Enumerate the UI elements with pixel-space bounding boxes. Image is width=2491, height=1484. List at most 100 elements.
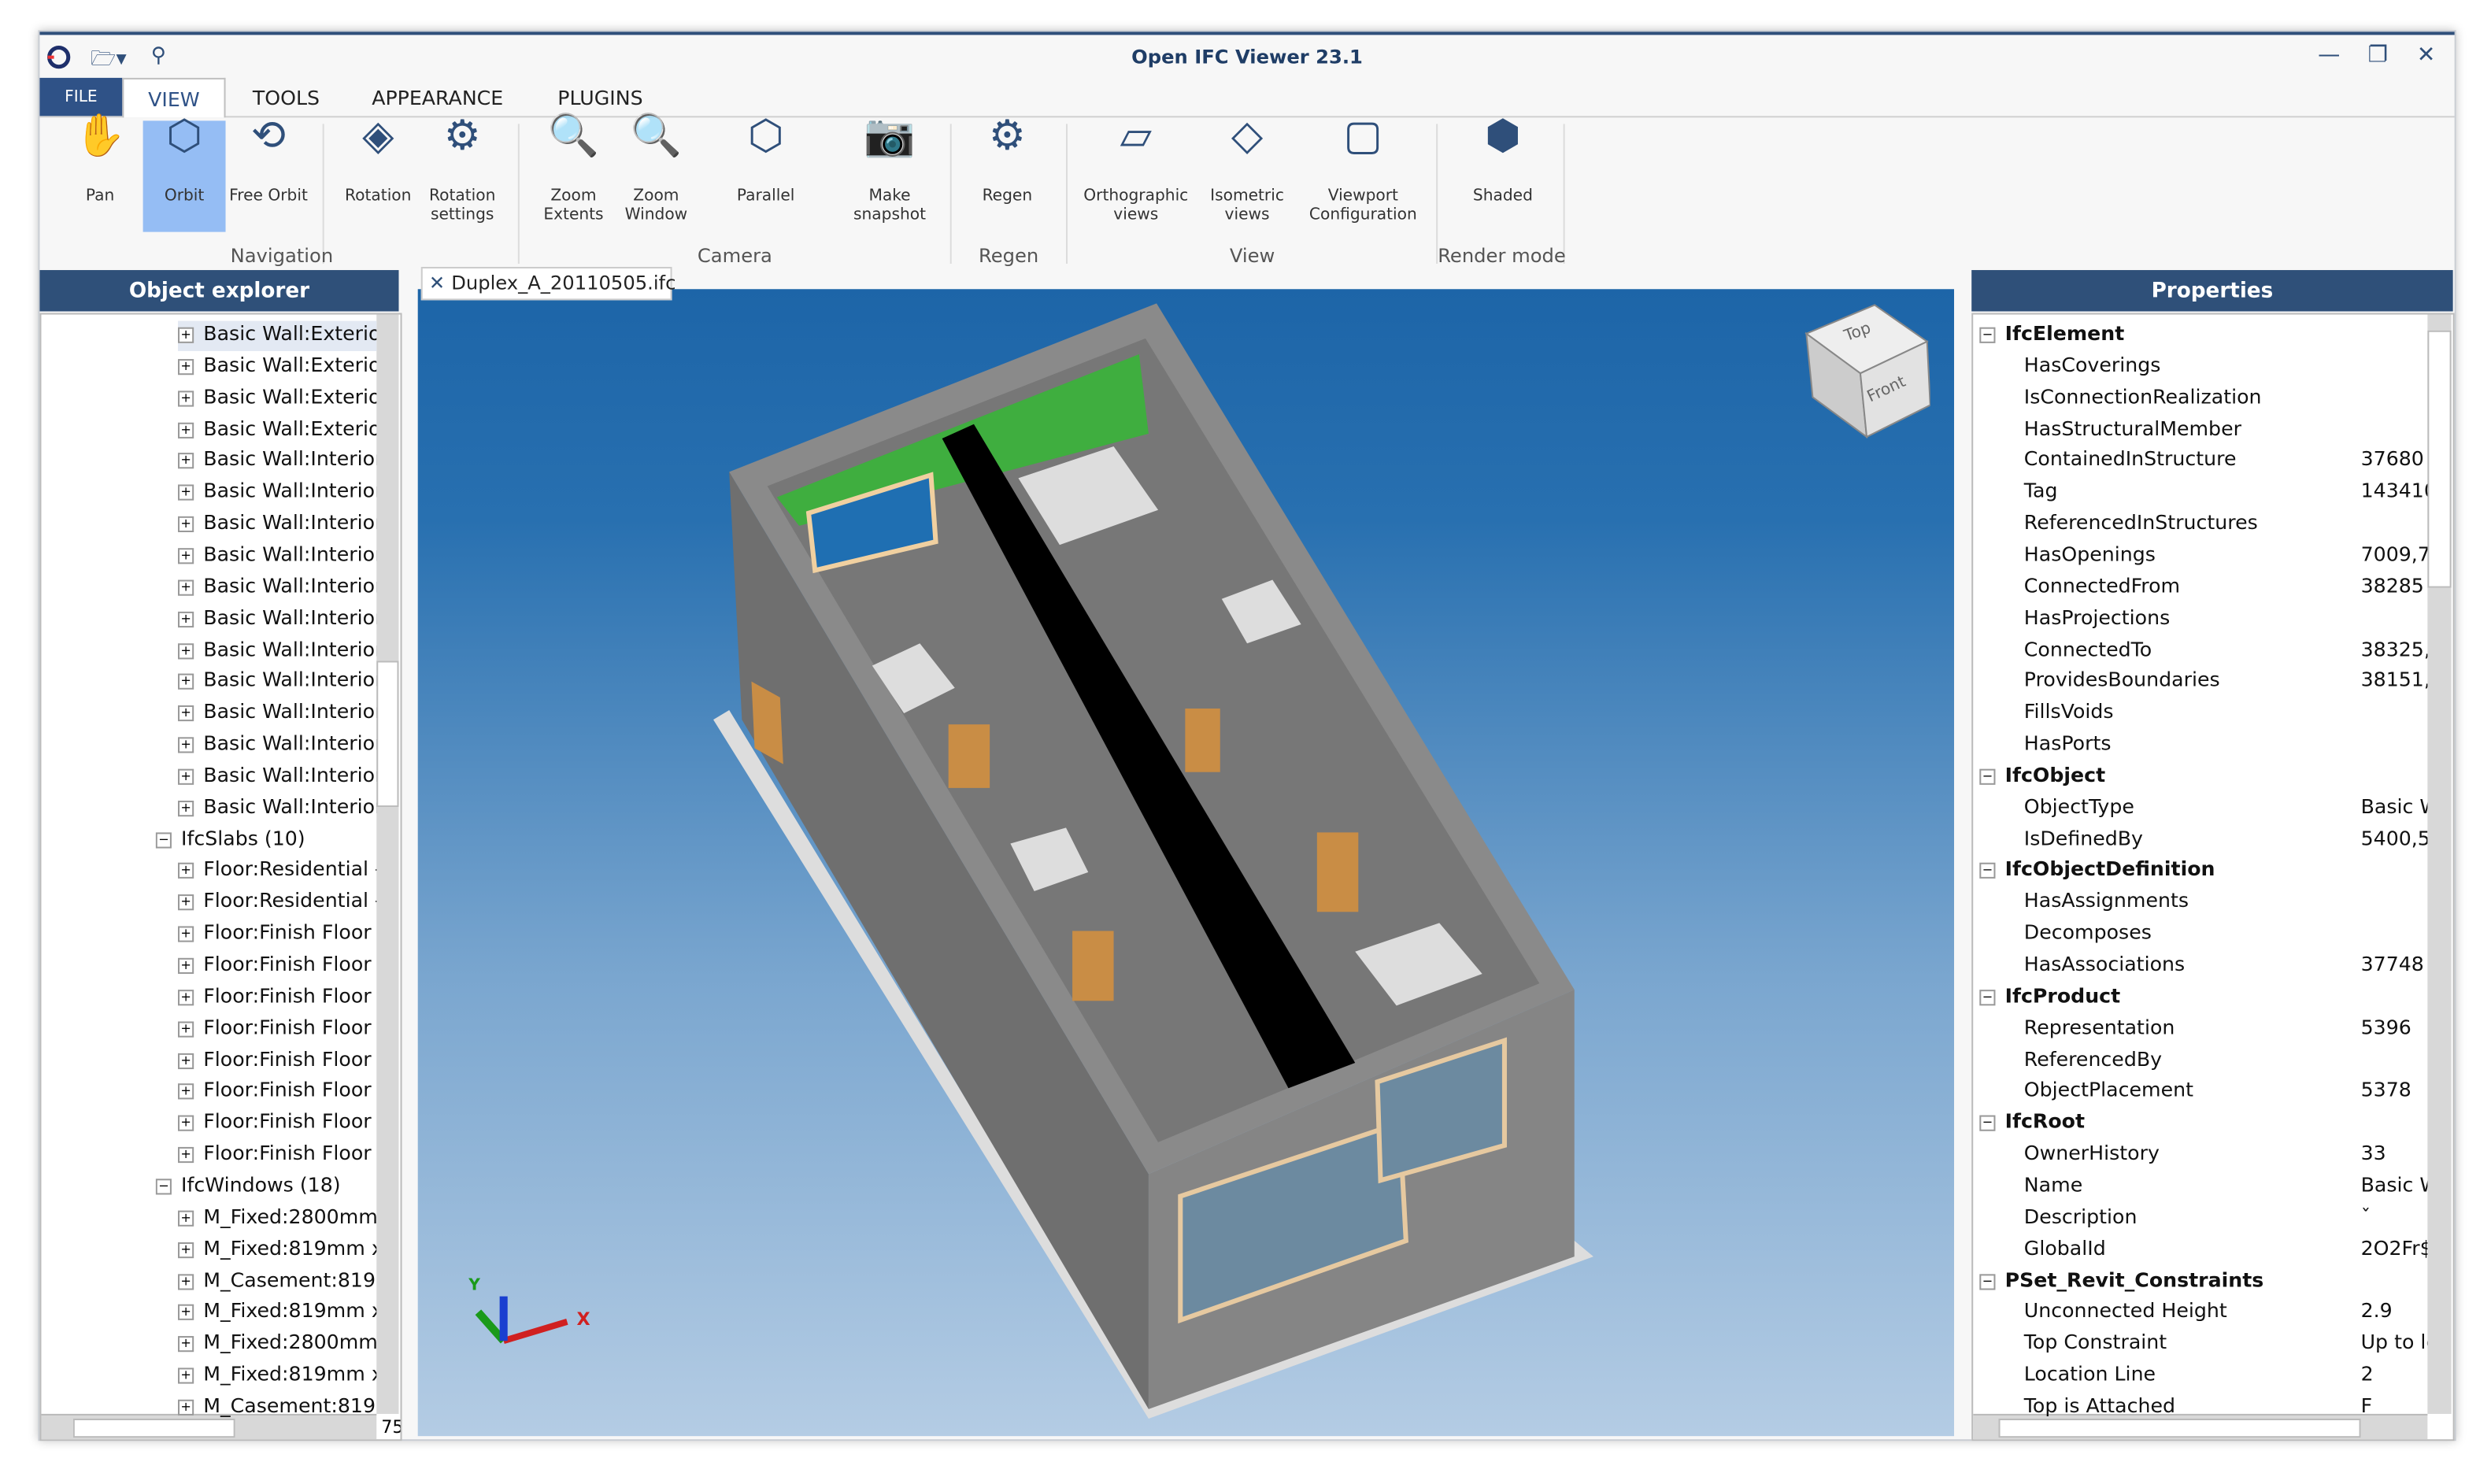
- expand-icon[interactable]: +: [178, 863, 194, 879]
- tree-item[interactable]: + M_Fixed:819mm x: [178, 1361, 376, 1391]
- tree-item[interactable]: − IfcSlabs (10): [155, 825, 376, 855]
- property-row[interactable]: ObjectType Basic W: [2024, 794, 2453, 823]
- expand-icon[interactable]: +: [178, 1147, 194, 1164]
- expand-icon[interactable]: +: [178, 705, 194, 722]
- tab-appearance[interactable]: APPEARANCE: [359, 78, 516, 116]
- property-row[interactable]: Representation 5396: [2024, 1015, 2453, 1045]
- rotation-settings-button[interactable]: ⚙ Rotation settings: [418, 116, 507, 231]
- cube-button[interactable]: ⬡ Parallel: [716, 116, 815, 231]
- expand-icon[interactable]: +: [178, 737, 194, 753]
- tree-item[interactable]: + M_Fixed:819mm x: [178, 1235, 376, 1265]
- tree-item[interactable]: + Basic Wall:Interior: [178, 605, 376, 635]
- tree-item[interactable]: − IfcWindows (18): [155, 1172, 376, 1202]
- tree-item[interactable]: + Floor:Finish Floor -: [178, 1015, 376, 1045]
- property-group[interactable]: − IfcProduct: [1979, 983, 2427, 1013]
- tree-item[interactable]: + Floor:Finish Floor -: [178, 920, 376, 950]
- tree-item[interactable]: + Basic Wall:Interior: [178, 479, 376, 509]
- properties-tree[interactable]: − IfcElement HasCoverings IsConnectionReali…: [1971, 313, 2455, 1441]
- expand-icon[interactable]: +: [178, 989, 194, 1006]
- tree-item[interactable]: + Floor:Finish Floor -: [178, 952, 376, 982]
- object-explorer-vscroll[interactable]: [376, 314, 399, 1414]
- rotation-button[interactable]: ◈ Rotation: [335, 116, 421, 231]
- tree-item[interactable]: + Basic Wall:Exterior: [178, 384, 376, 414]
- tab-file[interactable]: FILE: [39, 77, 123, 117]
- property-row[interactable]: IsDefinedBy 5400,5: [2024, 825, 2453, 855]
- tree-item[interactable]: + Basic Wall:Exterior: [178, 320, 377, 351]
- expand-icon[interactable]: +: [178, 1399, 194, 1416]
- property-row[interactable]: HasCoverings: [2024, 353, 2453, 383]
- property-group[interactable]: − IfcRoot: [1979, 1109, 2427, 1139]
- expand-icon[interactable]: +: [178, 1273, 194, 1290]
- property-row[interactable]: Top Constraint Up to le: [2024, 1330, 2453, 1360]
- expand-icon[interactable]: +: [178, 1367, 194, 1384]
- expand-icon[interactable]: +: [178, 894, 194, 911]
- tree-item[interactable]: + Basic Wall:Interior: [178, 510, 376, 540]
- viewport-button[interactable]: ▢ Viewport Configuration: [1298, 116, 1428, 231]
- property-row[interactable]: Decomposes: [2024, 920, 2453, 950]
- expand-icon[interactable]: +: [178, 957, 194, 974]
- isometric-button[interactable]: ◇ Isometric views: [1203, 116, 1292, 231]
- expand-icon[interactable]: +: [178, 516, 194, 533]
- tree-item[interactable]: + Basic Wall:Interior: [178, 573, 376, 603]
- tree-item[interactable]: + Basic Wall:Interior: [178, 794, 376, 823]
- tree-item[interactable]: + Basic Wall:Interior: [178, 636, 376, 666]
- property-row[interactable]: ConnectedTo 38325,: [2024, 636, 2453, 666]
- expand-icon[interactable]: +: [178, 1210, 194, 1227]
- collapse-icon[interactable]: −: [1979, 768, 1996, 785]
- expand-icon[interactable]: +: [178, 1052, 194, 1069]
- property-row[interactable]: ContainedInStructure 37680: [2024, 447, 2453, 477]
- tree-item[interactable]: + M_Fixed:2800mm: [178, 1204, 376, 1234]
- property-group[interactable]: − IfcObject: [1979, 762, 2427, 792]
- regen-button[interactable]: ⚙ Regen: [964, 116, 1050, 231]
- tab-plugins[interactable]: PLUGINS: [545, 78, 656, 116]
- property-row[interactable]: HasProjections: [2024, 605, 2453, 635]
- view-cube[interactable]: Top Front: [1803, 302, 1931, 445]
- free-orbit-button[interactable]: ⟲ Free Orbit: [228, 116, 310, 231]
- tree-item[interactable]: + Basic Wall:Exterior: [178, 353, 376, 383]
- collapse-icon[interactable]: −: [155, 1179, 172, 1195]
- scroll-thumb[interactable]: [376, 661, 399, 808]
- property-row[interactable]: GlobalId 2O2Fr$: [2024, 1235, 2453, 1265]
- camera-button[interactable]: 📷 Make snapshot: [842, 116, 937, 231]
- tree-item[interactable]: + Basic Wall:Interior: [178, 731, 376, 761]
- collapse-icon[interactable]: −: [1979, 989, 1996, 1006]
- tree-item[interactable]: + Floor:Finish Floor -: [178, 1046, 376, 1076]
- tab-view[interactable]: VIEW: [122, 77, 226, 118]
- hand-button[interactable]: ✋ Pan: [62, 116, 139, 231]
- property-row[interactable]: HasStructuralMember: [2024, 416, 2453, 446]
- tree-item[interactable]: + Floor:Residential -: [178, 889, 376, 919]
- collapse-icon[interactable]: −: [1979, 1273, 1996, 1290]
- property-row[interactable]: Location Line 2: [2024, 1361, 2453, 1391]
- property-row[interactable]: HasAssignments: [2024, 889, 2453, 919]
- expand-icon[interactable]: +: [178, 548, 194, 564]
- expand-icon[interactable]: +: [178, 358, 194, 375]
- collapse-icon[interactable]: −: [155, 831, 172, 848]
- expand-icon[interactable]: +: [178, 390, 194, 406]
- property-row[interactable]: ConnectedFrom 38285: [2024, 573, 2453, 603]
- property-row[interactable]: IsConnectionRealization: [2024, 384, 2453, 414]
- property-row[interactable]: ObjectPlacement 5378: [2024, 1078, 2453, 1108]
- property-row[interactable]: ReferencedBy: [2024, 1046, 2453, 1076]
- expand-icon[interactable]: +: [178, 926, 194, 942]
- expand-icon[interactable]: +: [178, 611, 194, 627]
- expand-icon[interactable]: +: [178, 674, 194, 690]
- expand-icon[interactable]: +: [178, 1083, 194, 1101]
- tree-item[interactable]: + Basic Wall:Interior: [178, 542, 376, 572]
- shaded-button[interactable]: ⬢ Shaded: [1453, 116, 1552, 231]
- expand-icon[interactable]: +: [178, 768, 194, 785]
- tree-item[interactable]: + Basic Wall:Exterior: [178, 416, 376, 446]
- collapse-icon[interactable]: −: [1979, 863, 1996, 879]
- zoom-extents-button[interactable]: 🔍 Zoom Extents: [532, 116, 615, 231]
- expand-icon[interactable]: +: [178, 800, 194, 816]
- expand-icon[interactable]: +: [178, 484, 194, 501]
- tree-item[interactable]: + Floor:Residential -: [178, 857, 376, 887]
- tree-item[interactable]: + M_Casement:819: [178, 1267, 376, 1297]
- 3d-viewport[interactable]: Top Front Y X: [417, 289, 1955, 1437]
- property-row[interactable]: HasAssociations 37748: [2024, 952, 2453, 982]
- property-row[interactable]: Unconnected Height 2.9: [2024, 1298, 2453, 1328]
- document-tab[interactable]: ✕ Duplex_A_20110505.ifc: [420, 267, 675, 301]
- close-button[interactable]: ✕: [2417, 43, 2436, 68]
- tree-item[interactable]: + Floor:Finish Floor -: [178, 1141, 376, 1171]
- expand-icon[interactable]: +: [178, 1116, 194, 1132]
- orthographic-button[interactable]: ▱ Orthographic views: [1075, 116, 1196, 231]
